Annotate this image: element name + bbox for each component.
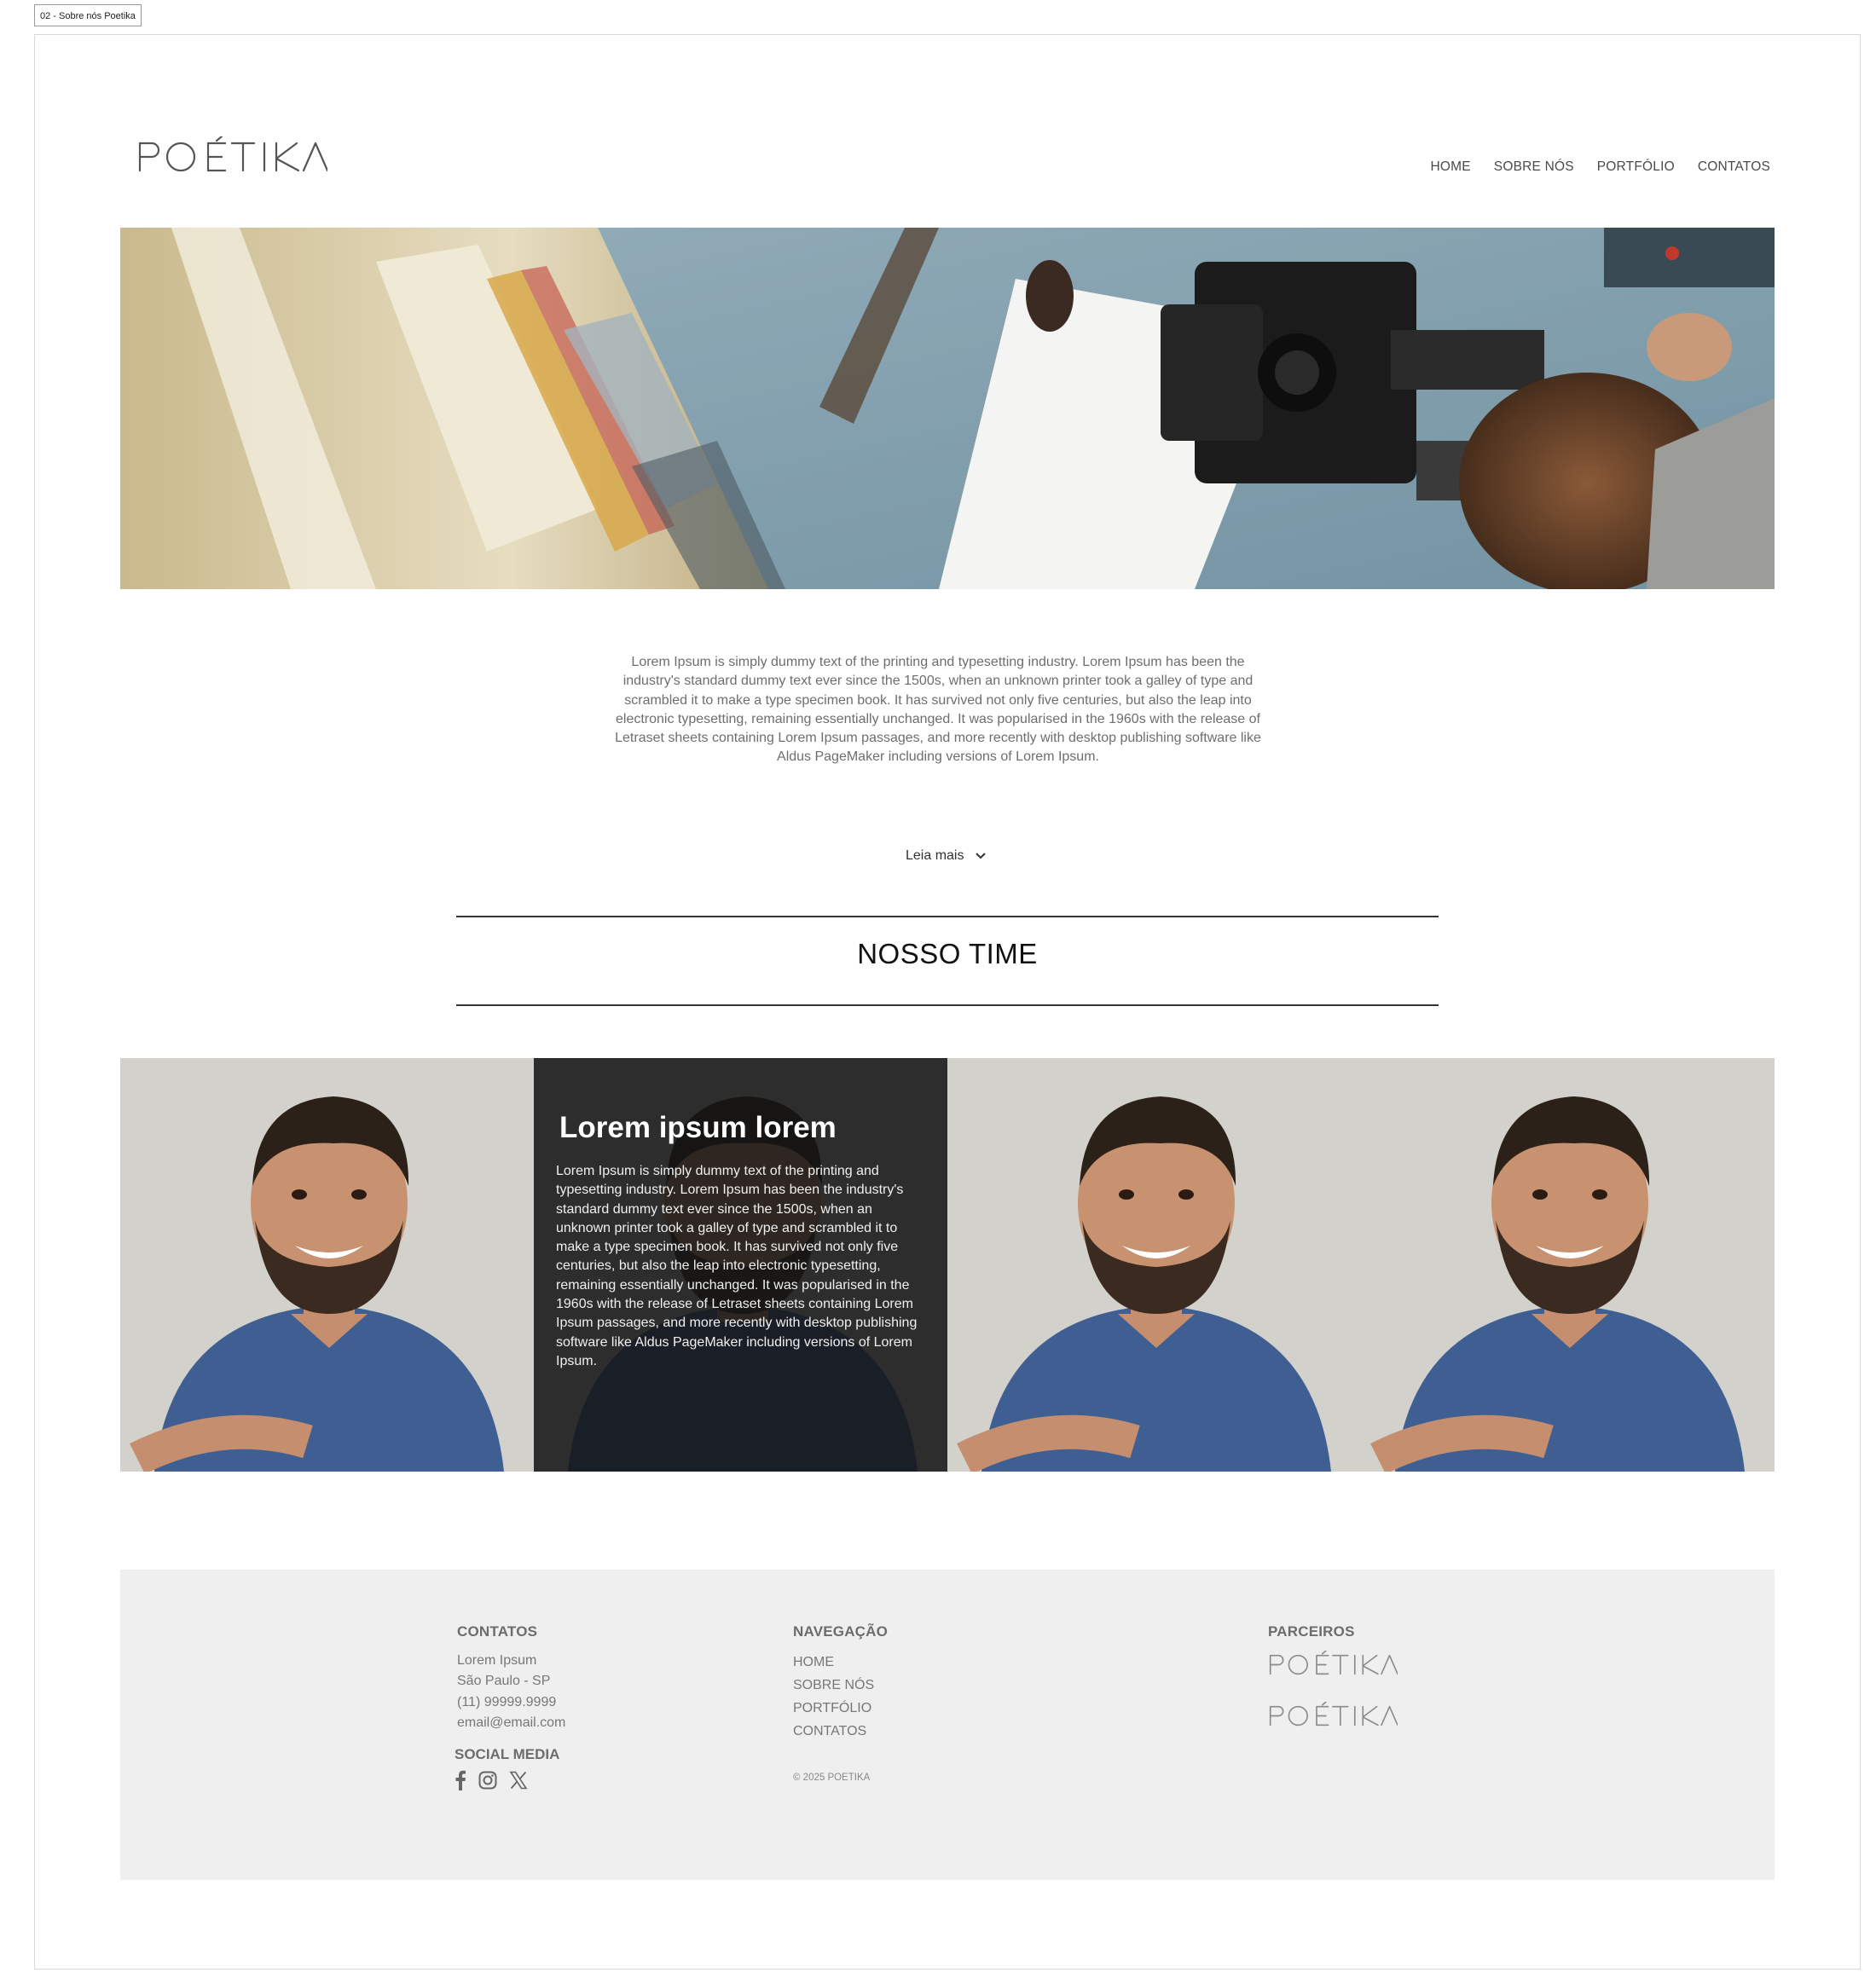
intro-text: Lorem Ipsum is simply dummy text of the … — [615, 655, 1261, 765]
read-more-label: Leia mais — [906, 848, 964, 863]
brand-logo[interactable] — [136, 136, 327, 177]
footer-social: SOCIAL MEDIA — [455, 1746, 559, 1790]
team-member-card-active[interactable]: Lorem ipsum lorem Lorem Ipsum is simply … — [534, 1058, 947, 1472]
team-member-photo — [120, 1058, 534, 1472]
facebook-icon[interactable] — [455, 1770, 466, 1790]
instagram-icon[interactable] — [478, 1771, 497, 1790]
read-more-button[interactable]: Leia mais — [906, 848, 987, 864]
team-member-photo — [947, 1058, 1361, 1472]
team-member-card[interactable] — [947, 1058, 1361, 1472]
team-title: NOSSO TIME — [857, 938, 1038, 969]
nav-sobre-nos[interactable]: SOBRE NÓS — [1494, 159, 1574, 175]
footer-social-title: SOCIAL MEDIA — [455, 1746, 560, 1762]
divider-bottom — [456, 1004, 1439, 1006]
footer-navigation-title: NAVEGAÇÃO — [793, 1623, 889, 1640]
contact-name: Lorem Ipsum — [457, 1653, 537, 1668]
divider-top — [456, 916, 1439, 917]
footer: CONTATOS Lorem Ipsum São Paulo - SP (11)… — [120, 1570, 1775, 1880]
partner-logo[interactable] — [1268, 1651, 1398, 1679]
nav-home[interactable]: HOME — [1430, 159, 1470, 175]
frame-label: 02 - Sobre nós Poetika — [34, 4, 142, 26]
copyright: © 2025 POETIKA — [793, 1773, 871, 1783]
team-member-overlay: Lorem ipsum lorem Lorem Ipsum is simply … — [534, 1058, 947, 1472]
contact-email[interactable]: email@email.com — [457, 1713, 565, 1733]
footer-contacts-title: CONTATOS — [457, 1623, 538, 1640]
footer-nav-portfolio[interactable]: PORTFÓLIO — [793, 1697, 888, 1720]
hero-image — [120, 228, 1775, 589]
footer-nav-contatos[interactable]: CONTATOS — [793, 1720, 888, 1743]
footer-contacts: CONTATOS Lorem Ipsum São Paulo - SP (11)… — [457, 1623, 565, 1734]
footer-nav-sobre-nos[interactable]: SOBRE NÓS — [793, 1674, 888, 1697]
nav-portfolio[interactable]: PORTFÓLIO — [1597, 159, 1675, 175]
contact-city: São Paulo - SP — [457, 1674, 551, 1689]
team-member-name: Lorem ipsum lorem — [559, 1111, 837, 1144]
footer-nav-home[interactable]: HOME — [793, 1651, 888, 1674]
x-icon[interactable] — [509, 1771, 528, 1790]
team-member-bio: Lorem Ipsum is simply dummy text of the … — [556, 1164, 918, 1368]
nav-contatos[interactable]: CONTATOS — [1698, 159, 1770, 175]
partner-logo[interactable] — [1268, 1702, 1398, 1730]
team-member-card[interactable] — [120, 1058, 534, 1472]
footer-partners-title: PARCEIROS — [1268, 1623, 1355, 1640]
contact-phone[interactable]: (11) 99999.9999 — [457, 1692, 565, 1713]
team-member-card[interactable] — [1361, 1058, 1775, 1472]
chevron-down-icon — [976, 853, 987, 859]
team-member-photo — [1361, 1058, 1775, 1472]
main-nav: HOME SOBRE NÓS PORTFÓLIO CONTATOS — [1430, 159, 1770, 175]
footer-partners: PARCEIROS — [1268, 1623, 1398, 1753]
team-grid: Lorem ipsum lorem Lorem Ipsum is simply … — [120, 1058, 1775, 1472]
footer-navigation: NAVEGAÇÃO HOME SOBRE NÓS PORTFÓLIO CONTA… — [793, 1623, 888, 1743]
